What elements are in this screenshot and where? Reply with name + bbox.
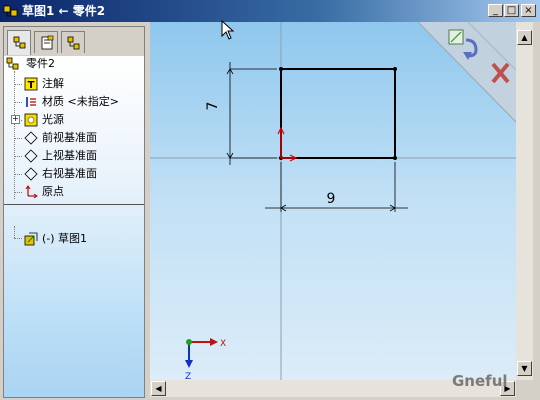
- tree-item-label: 光源: [42, 113, 64, 126]
- tree-connector: [14, 156, 22, 157]
- horizontal-dimension-value[interactable]: 9: [327, 191, 336, 207]
- tree-connector: [14, 84, 22, 85]
- reference-triad: X Z: [185, 338, 226, 380]
- tree-connector: [14, 138, 22, 139]
- sketch-point[interactable]: [393, 156, 397, 160]
- feature-manager-panel: 零件2 T 注解 材质 <未指定> + 光源 前视基准面 上视基准面 右视基准面…: [3, 26, 145, 398]
- tree-item-label: 右视基准面: [42, 167, 97, 180]
- watermark: Gneful: [452, 372, 508, 390]
- tree-connector: [14, 192, 22, 193]
- configuration-manager-icon: [67, 36, 80, 50]
- window-title: 草图1 ← 零件2: [22, 4, 106, 18]
- tree-item-label: 材质 <未指定>: [42, 95, 119, 108]
- graphics-area[interactable]: 7 9 X Z: [150, 22, 516, 380]
- tree-connector: [14, 71, 15, 199]
- close-button[interactable]: ×: [521, 4, 536, 17]
- lights-icon: [24, 113, 38, 127]
- tree-item-label: 注解: [42, 77, 64, 90]
- plane-icon: [24, 167, 38, 181]
- material-icon: [26, 97, 36, 107]
- part-icon: [6, 57, 19, 70]
- annotations-icon: T: [24, 77, 38, 91]
- sketch-rectangle[interactable]: [280, 68, 396, 159]
- origin-icon: [25, 185, 38, 199]
- svg-text:T: T: [28, 80, 35, 91]
- scroll-left-button[interactable]: ◀: [151, 381, 166, 396]
- scroll-down-button[interactable]: ▼: [517, 361, 532, 376]
- triad-x-label: X: [220, 339, 226, 349]
- plane-icon: [24, 131, 38, 145]
- tab-configuration-manager[interactable]: [61, 31, 85, 53]
- tree-connector: [14, 226, 15, 238]
- sketch-point[interactable]: [393, 67, 397, 71]
- tree-item-label: 上视基准面: [42, 149, 97, 162]
- panel-tab-strip: [4, 27, 144, 57]
- feature-tree: 零件2 T 注解 材质 <未指定> + 光源 前视基准面 上视基准面 右视基准面…: [4, 56, 144, 397]
- tree-item-label: 前视基准面: [42, 131, 97, 144]
- tree-item-label: (-) 草图1: [42, 232, 88, 245]
- triad-z-label: Z: [185, 372, 191, 380]
- tree-separator: [4, 204, 144, 205]
- property-manager-icon: [41, 35, 54, 50]
- plane-icon: [24, 149, 38, 163]
- scroll-up-button[interactable]: ▲: [517, 30, 532, 45]
- tree-connector: [14, 238, 22, 239]
- vertical-scrollbar[interactable]: ▲ ▼: [516, 22, 533, 380]
- triad-x-arrow: [210, 338, 218, 346]
- sketch-window: 草图1 ← 零件2 _ □ × 零件2 T 注解 材质 <未指定> + 光源 前…: [0, 0, 540, 400]
- sketch-icon: [24, 232, 38, 246]
- tree-connector: [14, 174, 22, 175]
- triad-z-arrow: [185, 360, 193, 368]
- part-document-icon: [3, 5, 18, 17]
- tree-item-label: 原点: [42, 185, 64, 198]
- feature-manager-tree-icon: [13, 36, 26, 49]
- tree-connector: [14, 102, 22, 103]
- tab-property-manager[interactable]: [34, 31, 58, 53]
- tree-item-label: 零件2: [26, 57, 55, 70]
- maximize-button[interactable]: □: [504, 4, 519, 17]
- sketch-canvas[interactable]: 7 9 X Z: [150, 22, 516, 380]
- mouse-cursor-icon: [221, 20, 235, 40]
- triad-origin: [186, 339, 192, 345]
- expand-lights-button[interactable]: +: [11, 115, 20, 124]
- minimize-button[interactable]: _: [488, 4, 503, 17]
- scrollbar-corner: [516, 380, 533, 397]
- tab-feature-manager[interactable]: [7, 30, 31, 55]
- title-bar[interactable]: 草图1 ← 零件2 _ □ ×: [0, 0, 540, 22]
- sketch-point[interactable]: [279, 67, 283, 71]
- vertical-dimension-value[interactable]: 7: [205, 102, 221, 111]
